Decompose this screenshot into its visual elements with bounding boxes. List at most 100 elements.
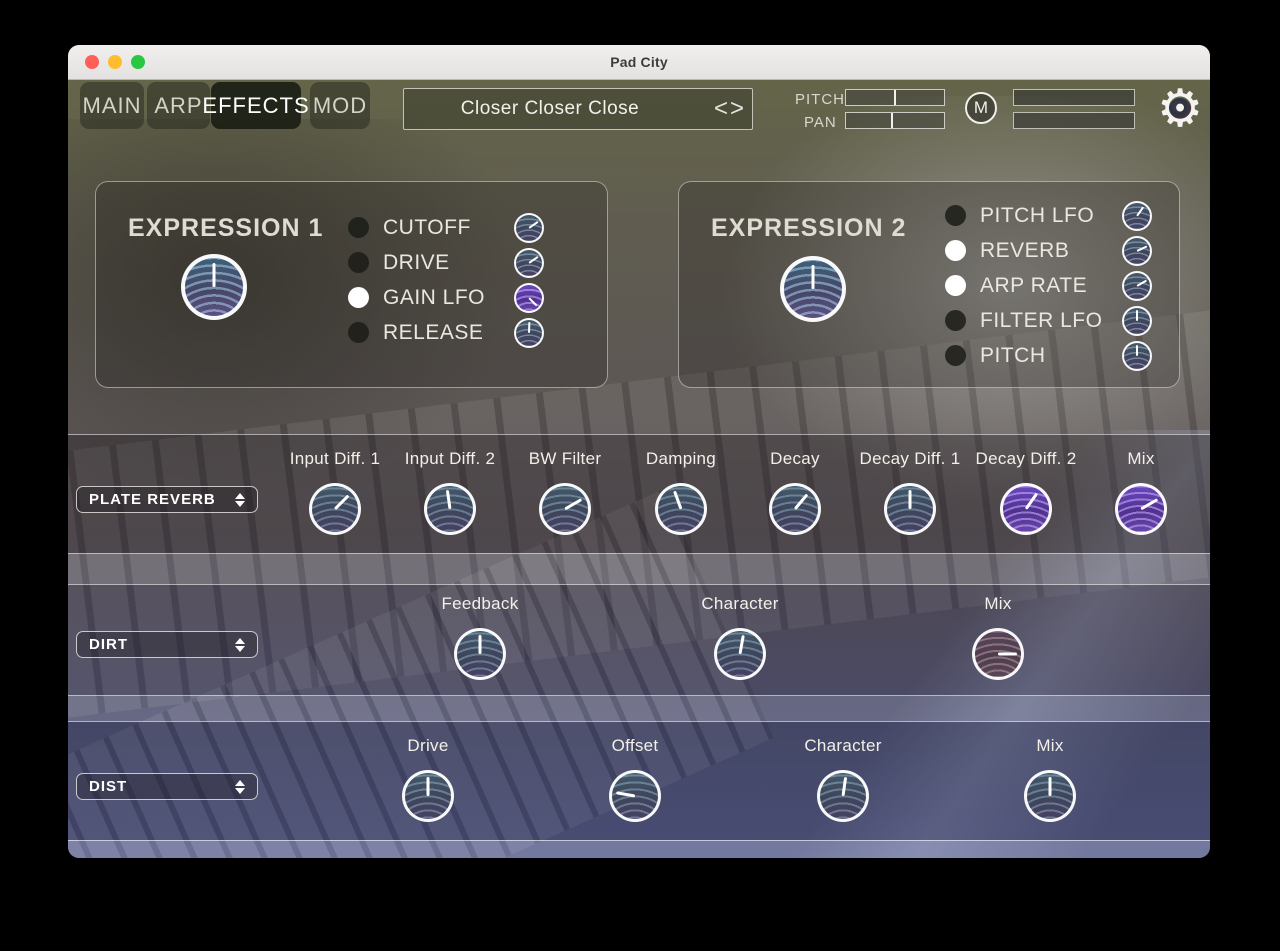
preset-prev-icon[interactable]: < bbox=[714, 97, 728, 121]
pan-slider-handle[interactable] bbox=[891, 113, 894, 128]
dist-mix-knob[interactable] bbox=[1024, 770, 1076, 822]
knob-pointer bbox=[478, 635, 482, 654]
reverb-knob-decay-diff-1: Decay Diff. 1 bbox=[853, 448, 967, 535]
knob-pointer bbox=[738, 635, 745, 655]
tab-main[interactable]: MAIN bbox=[80, 82, 144, 129]
arp-rate-radio[interactable] bbox=[945, 275, 966, 296]
section-divider-1 bbox=[68, 553, 1210, 585]
drive-radio[interactable] bbox=[348, 252, 369, 273]
knob-pointer bbox=[1140, 498, 1159, 511]
expression2-main-knob[interactable] bbox=[780, 256, 846, 322]
mono-button[interactable]: M bbox=[965, 92, 997, 124]
settings-button[interactable]: ⚙ bbox=[1154, 83, 1206, 135]
dirt-knob-character: Character bbox=[683, 593, 797, 680]
reverb-type-select[interactable]: PLATE REVERB bbox=[76, 486, 258, 513]
cutoff-radio[interactable] bbox=[348, 217, 369, 238]
preset-name: Closer Closer Close bbox=[460, 98, 640, 119]
knob-pointer bbox=[1136, 205, 1145, 217]
tab-mod-label: MOD bbox=[312, 92, 368, 118]
plugin-window: Pad City MAIN ARP EFFECTS MOD Closer Clo… bbox=[68, 45, 1210, 858]
decay-diff-2-knob[interactable] bbox=[1000, 483, 1052, 535]
dist-knob-mix: Mix bbox=[993, 735, 1107, 822]
dist-type-select[interactable]: DIST bbox=[76, 773, 258, 800]
expression1-row-gain-lfo: GAIN LFO bbox=[348, 280, 544, 315]
expression1-main-knob[interactable] bbox=[181, 254, 247, 320]
knob-label: Offset bbox=[611, 736, 659, 755]
pitch-slider-handle[interactable] bbox=[894, 90, 896, 105]
dist-drive-knob[interactable] bbox=[402, 770, 454, 822]
knob-label: Feedback bbox=[441, 594, 519, 613]
level-meter-left bbox=[1013, 89, 1135, 106]
knob-pointer bbox=[426, 777, 430, 796]
expression2-title: EXPRESSION 2 bbox=[711, 214, 907, 242]
tab-mod[interactable]: MOD bbox=[310, 82, 370, 129]
knob-pointer bbox=[1136, 279, 1148, 287]
pitch-target-label: PITCH bbox=[980, 343, 1046, 367]
level-meter-right bbox=[1013, 112, 1135, 129]
arp-rate-amount-knob[interactable] bbox=[1122, 270, 1152, 301]
decay-knob[interactable] bbox=[769, 483, 821, 535]
tab-arp-label: ARP bbox=[154, 92, 203, 118]
reverb-radio[interactable] bbox=[945, 240, 966, 261]
reverb-mix-knob[interactable] bbox=[1115, 483, 1167, 535]
dist-knob-offset: Offset bbox=[578, 735, 692, 822]
dist-type-label: DIST bbox=[89, 778, 128, 795]
pitch-radio[interactable] bbox=[945, 345, 966, 366]
preset-next-icon[interactable]: > bbox=[730, 97, 744, 121]
filter-lfo-radio[interactable] bbox=[945, 310, 966, 331]
title-bar: Pad City bbox=[68, 45, 1210, 80]
select-arrows-icon bbox=[235, 779, 245, 794]
dirt-knob-feedback: Feedback bbox=[423, 593, 537, 680]
knob-pointer bbox=[528, 321, 531, 333]
feedback-knob[interactable] bbox=[454, 628, 506, 680]
gain-lfo-amount-knob[interactable] bbox=[514, 282, 544, 313]
drive-amount-knob[interactable] bbox=[514, 247, 544, 278]
pan-label: PAN bbox=[804, 114, 837, 131]
damping-knob[interactable] bbox=[655, 483, 707, 535]
tab-effects[interactable]: EFFECTS bbox=[202, 82, 309, 129]
knob-pointer bbox=[212, 263, 216, 287]
cutoff-amount-knob[interactable] bbox=[514, 212, 544, 243]
gain-lfo-label: GAIN LFO bbox=[383, 285, 486, 309]
dirt-mix-knob[interactable] bbox=[972, 628, 1024, 680]
preset-selector[interactable]: Closer Closer Close < > bbox=[403, 88, 753, 130]
settings-gear-icon: ⚙ bbox=[1156, 80, 1204, 139]
expression1-row-drive: DRIVE bbox=[348, 245, 544, 280]
reverb-knob-mix: Mix bbox=[1084, 448, 1198, 535]
reverb-type-label: PLATE REVERB bbox=[89, 491, 216, 508]
expression2-row-arp-rate: ARP RATE bbox=[945, 268, 1152, 303]
dirt-knob-mix: Mix bbox=[941, 593, 1055, 680]
knob-pointer bbox=[673, 490, 683, 510]
input-diff-1-knob[interactable] bbox=[309, 483, 361, 535]
knob-pointer bbox=[1136, 309, 1138, 321]
expression2-panel: EXPRESSION 2 PITCH LFO REVERB ARP RATE F… bbox=[678, 181, 1180, 388]
gain-lfo-radio[interactable] bbox=[348, 287, 369, 308]
input-diff-2-knob[interactable] bbox=[424, 483, 476, 535]
release-radio[interactable] bbox=[348, 322, 369, 343]
knob-pointer bbox=[616, 791, 636, 798]
dirt-character-knob[interactable] bbox=[714, 628, 766, 680]
reverb-amount-knob[interactable] bbox=[1122, 235, 1152, 266]
knob-label: Decay bbox=[770, 449, 820, 468]
pitch-lfo-radio[interactable] bbox=[945, 205, 966, 226]
filter-lfo-amount-knob[interactable] bbox=[1122, 305, 1152, 336]
dirt-type-select[interactable]: DIRT bbox=[76, 631, 258, 658]
section-divider-2 bbox=[68, 695, 1210, 722]
expression1-panel: EXPRESSION 1 CUTOFF DRIVE GAIN LFO RELEA… bbox=[95, 181, 608, 388]
pitch-amount-knob[interactable] bbox=[1122, 340, 1152, 371]
tab-arp[interactable]: ARP bbox=[147, 82, 210, 129]
release-amount-knob[interactable] bbox=[514, 317, 544, 348]
knob-pointer bbox=[564, 498, 583, 511]
knob-pointer bbox=[333, 494, 350, 511]
dist-character-knob[interactable] bbox=[817, 770, 869, 822]
bw-filter-knob[interactable] bbox=[539, 483, 591, 535]
pitch-lfo-amount-knob[interactable] bbox=[1122, 200, 1152, 231]
offset-knob[interactable] bbox=[609, 770, 661, 822]
pan-slider[interactable] bbox=[845, 112, 945, 129]
knob-pointer bbox=[1136, 244, 1148, 252]
decay-diff-1-knob[interactable] bbox=[884, 483, 936, 535]
pitch-slider[interactable] bbox=[845, 89, 945, 106]
dist-knob-character: Character bbox=[786, 735, 900, 822]
reverb-knob-decay: Decay bbox=[738, 448, 852, 535]
expression2-row-reverb: REVERB bbox=[945, 233, 1152, 268]
